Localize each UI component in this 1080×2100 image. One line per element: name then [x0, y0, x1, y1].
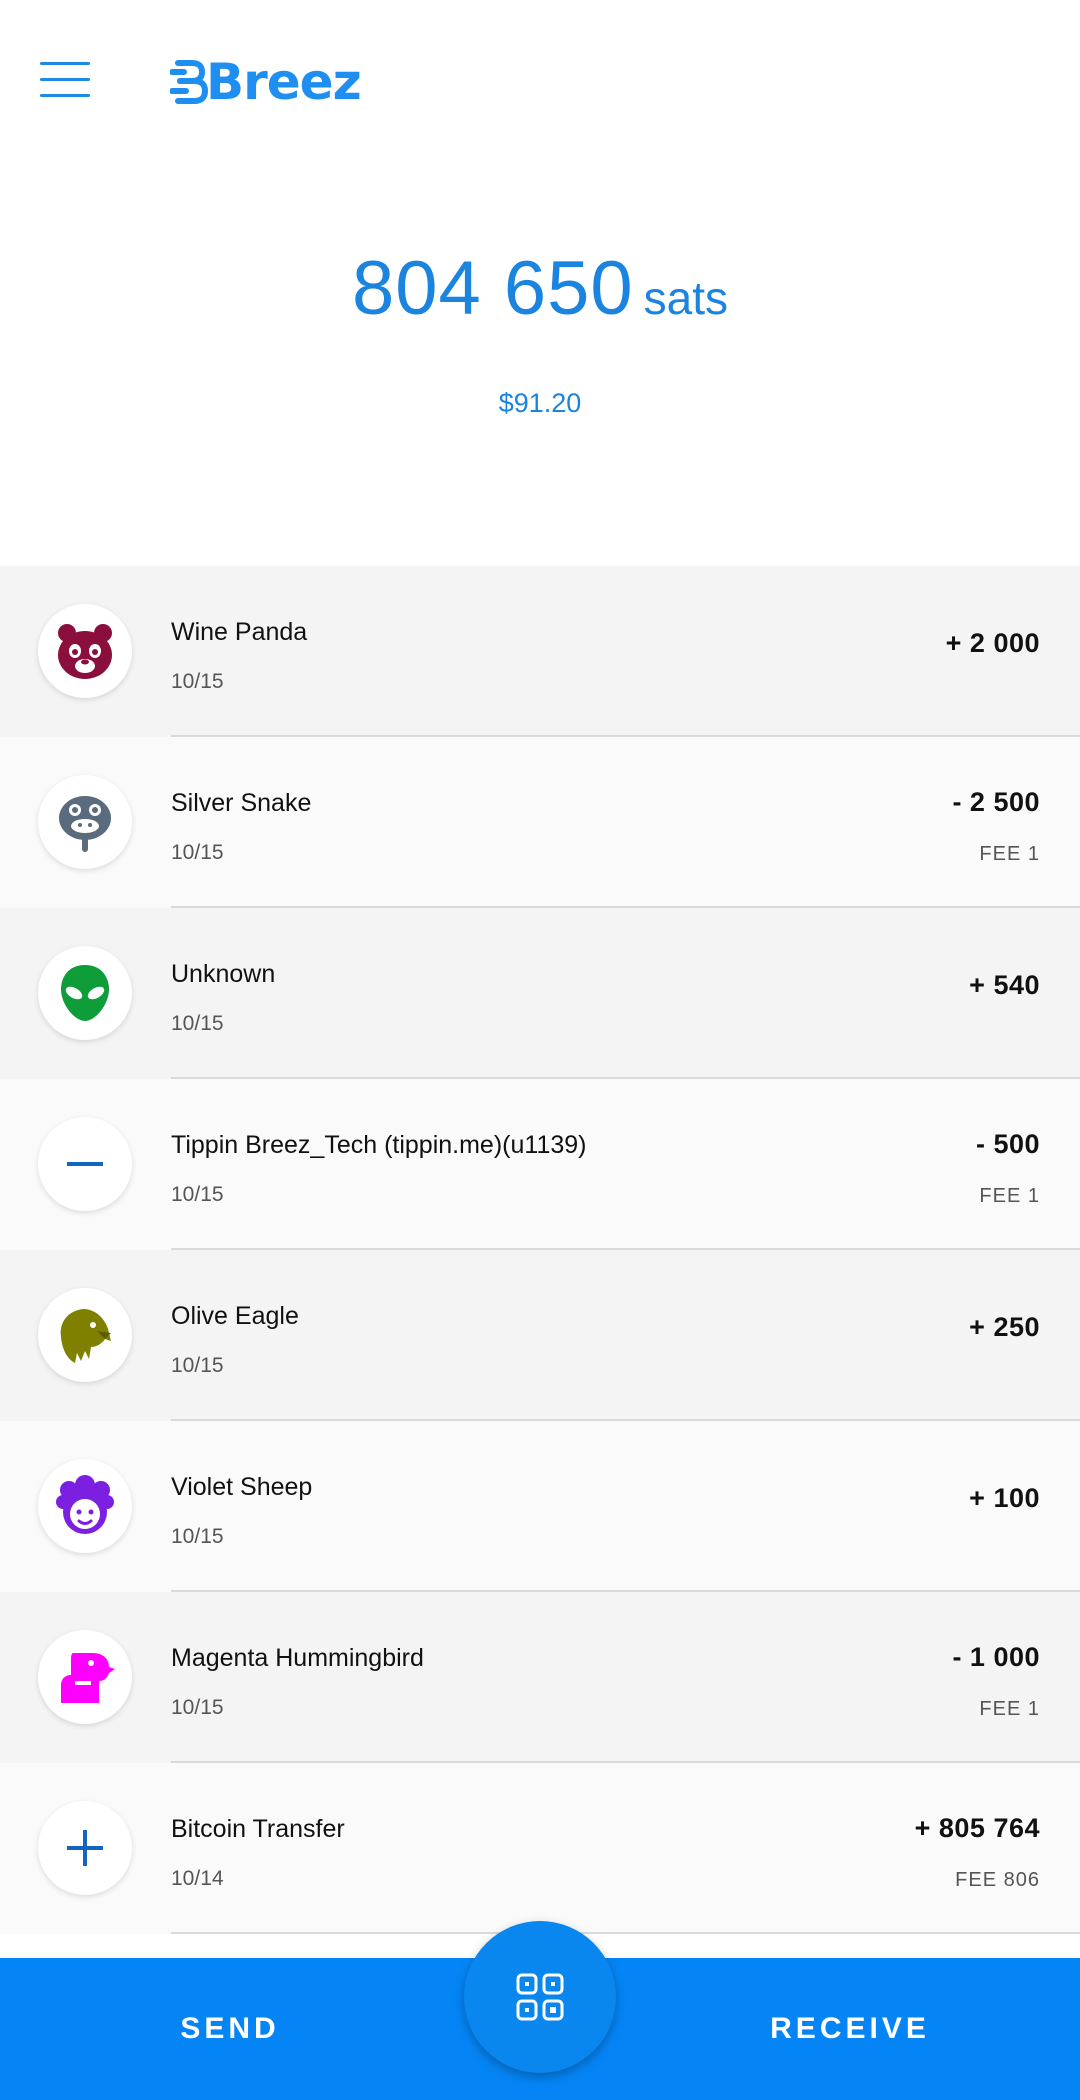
- transaction-row[interactable]: Magenta Hummingbird 10/15 - 1 000 FEE 1: [0, 1592, 1080, 1763]
- transaction-row[interactable]: Olive Eagle 10/15 + 250: [0, 1250, 1080, 1421]
- transaction-row[interactable]: Bitcoin Transfer 10/14 + 805 764 FEE 806: [0, 1763, 1080, 1934]
- transaction-fee: FEE 1: [979, 1185, 1040, 1207]
- transaction-list: Wine Panda 10/15 + 2 000 Silver Snake 10…: [0, 566, 1080, 1934]
- transaction-title: Wine Panda: [171, 618, 308, 646]
- transaction-date: 10/14: [171, 1867, 224, 1890]
- qr-scan-icon: [516, 1973, 564, 2021]
- plus-icon: [38, 1801, 132, 1895]
- transaction-title: Silver Snake: [171, 789, 312, 817]
- transaction-title: Olive Eagle: [171, 1302, 299, 1330]
- panda-icon: [38, 604, 132, 698]
- transaction-amount: + 100: [969, 1483, 1040, 1513]
- transaction-row[interactable]: Silver Snake 10/15 - 2 500 FEE 1: [0, 737, 1080, 908]
- transaction-date: 10/15: [171, 1183, 224, 1206]
- transaction-date: 10/15: [171, 1354, 224, 1377]
- receive-button[interactable]: RECEIVE: [640, 1958, 1060, 2100]
- sheep-icon: [38, 1459, 132, 1553]
- transaction-amount: + 2 000: [945, 628, 1040, 658]
- fiat-balance: $91.20: [498, 388, 582, 418]
- breez-logo: Breez: [170, 52, 362, 112]
- transaction-amount: - 2 500: [952, 787, 1040, 817]
- transaction-date: 10/15: [171, 1012, 224, 1035]
- transaction-fee: FEE 806: [955, 1869, 1040, 1891]
- balance-display: 804 650 sats: [0, 245, 1080, 332]
- transaction-title: Violet Sheep: [171, 1473, 313, 1501]
- transaction-date: 10/15: [171, 841, 224, 864]
- transaction-title: Unknown: [171, 960, 276, 988]
- balance-unit: sats: [643, 272, 729, 324]
- eagle-icon: [38, 1288, 132, 1382]
- transaction-fee: FEE 1: [979, 843, 1040, 865]
- transaction-date: 10/15: [171, 1696, 224, 1719]
- transaction-row[interactable]: Tippin Breez_Tech (tippin.me)(u1139) 10/…: [0, 1079, 1080, 1250]
- transaction-title: Magenta Hummingbird: [171, 1644, 424, 1672]
- transaction-fee: FEE 1: [979, 1698, 1040, 1720]
- send-button[interactable]: SEND: [20, 1958, 440, 2100]
- transaction-row[interactable]: Unknown 10/15 + 540: [0, 908, 1080, 1079]
- transaction-amount: + 250: [969, 1312, 1040, 1342]
- minus-icon: [38, 1117, 132, 1211]
- balance-amount: 804 650: [351, 246, 634, 331]
- hummingbird-icon: [38, 1630, 132, 1724]
- transaction-amount: - 500: [975, 1129, 1040, 1159]
- transaction-amount: + 805 764: [914, 1813, 1040, 1843]
- snake-icon: [38, 775, 132, 869]
- transaction-title: Tippin Breez_Tech (tippin.me)(u1139): [171, 1131, 587, 1159]
- transaction-amount: - 1 000: [952, 1642, 1040, 1672]
- hamburger-menu-icon[interactable]: [40, 58, 90, 102]
- transaction-amount: + 540: [969, 970, 1040, 1000]
- transaction-date: 10/15: [171, 1525, 224, 1548]
- transaction-date: 10/15: [171, 670, 224, 693]
- qr-scan-button[interactable]: [464, 1921, 616, 2073]
- transaction-title: Bitcoin Transfer: [171, 1815, 345, 1843]
- alien-icon: [38, 946, 132, 1040]
- breez-logo-mark-icon: [170, 60, 208, 104]
- transaction-row[interactable]: Wine Panda 10/15 + 2 000: [0, 566, 1080, 737]
- transaction-row[interactable]: Violet Sheep 10/15 + 100: [0, 1421, 1080, 1592]
- breez-logo-text: Breez: [206, 53, 362, 111]
- app-header: Breez: [0, 0, 1080, 170]
- row-divider: [171, 1932, 1080, 1934]
